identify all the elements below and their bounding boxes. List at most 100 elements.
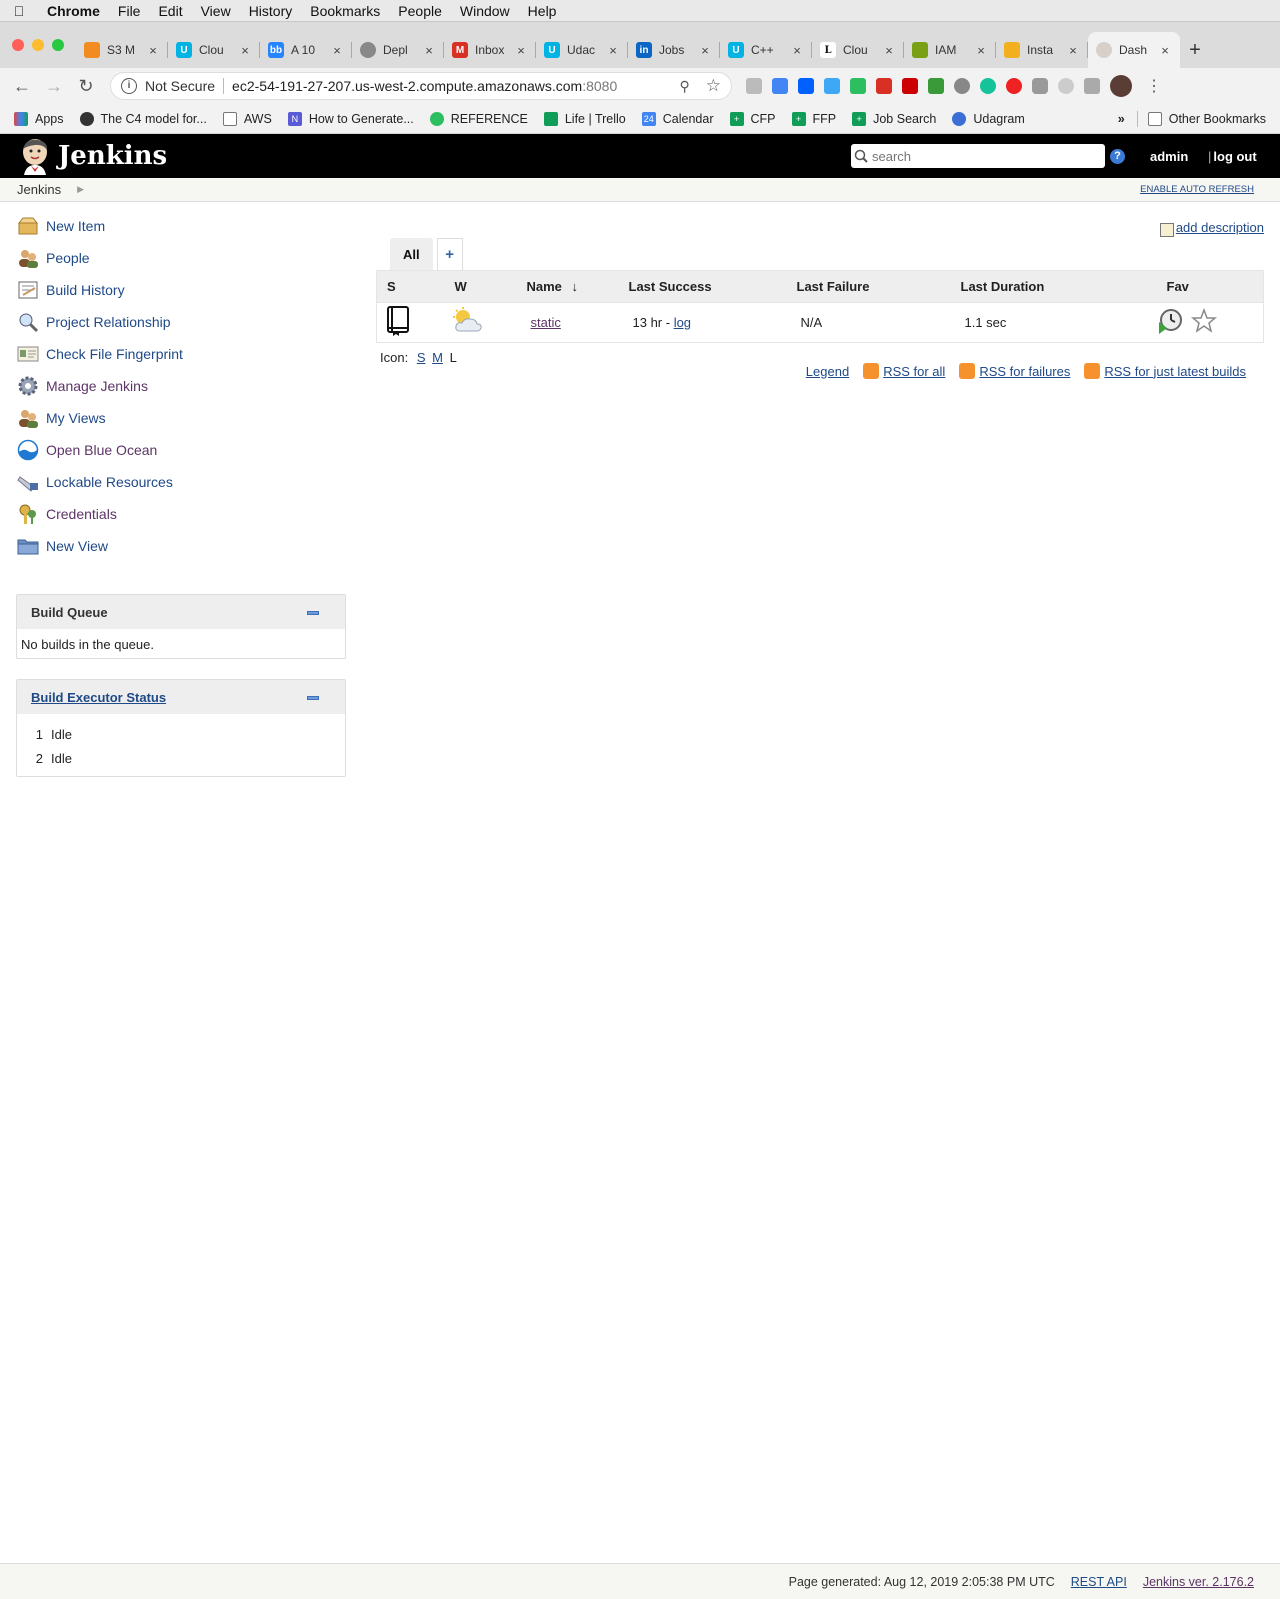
close-tab-icon[interactable]: × (974, 43, 988, 58)
grammarly-extension-icon[interactable] (980, 78, 996, 94)
bookmark-item[interactable]: N How to Generate... (287, 111, 414, 126)
collapse-icon[interactable] (307, 611, 319, 615)
address-bar[interactable]: i Not Secure ec2-54-191-27-207.us-west-2… (110, 72, 732, 100)
rss-latest-link[interactable]: RSS for just latest builds (1084, 363, 1246, 379)
menu-file[interactable]: File (109, 3, 150, 19)
evernote-extension-icon[interactable] (850, 78, 866, 94)
more-bookmarks-chevron-icon[interactable]: » (1118, 112, 1125, 126)
user-link[interactable]: admin (1150, 149, 1188, 164)
legend-link[interactable]: Legend (806, 364, 849, 379)
close-tab-icon[interactable]: × (790, 43, 804, 58)
e-extension-icon[interactable] (954, 78, 970, 94)
help-icon[interactable]: ? (1110, 149, 1125, 164)
browser-tab[interactable]: Depl × (352, 32, 444, 68)
bookmark-item[interactable]: 24 Calendar (641, 111, 714, 126)
reload-icon[interactable]: ↻ (70, 76, 102, 97)
zoom-window-button[interactable] (52, 39, 64, 51)
bookmark-item[interactable]: AWS (222, 111, 272, 126)
task-people[interactable]: People (16, 242, 346, 274)
menu-people[interactable]: People (389, 3, 451, 19)
menu-bookmarks[interactable]: Bookmarks (301, 3, 389, 19)
profile-avatar[interactable] (1110, 75, 1132, 97)
minimize-window-button[interactable] (32, 39, 44, 51)
build-log-link[interactable]: log (674, 315, 691, 330)
task-lockable-resources[interactable]: Lockable Resources (16, 466, 346, 498)
menu-edit[interactable]: Edit (149, 3, 191, 19)
task-open-blue-ocean[interactable]: Open Blue Ocean (16, 434, 346, 466)
col-last-failure[interactable]: Last Failure (796, 270, 953, 303)
close-window-button[interactable] (12, 39, 24, 51)
task-check-file-fingerprint[interactable]: Check File Fingerprint (16, 338, 346, 370)
search-input[interactable] (872, 148, 1092, 164)
back-arrow-icon[interactable]: ← (6, 76, 38, 97)
breadcrumb-arrow-icon[interactable]: ▶ (77, 184, 84, 195)
adobe-extension-icon[interactable] (1006, 78, 1022, 94)
browser-tab[interactable]: M Inbox × (444, 32, 536, 68)
rocket-extension-icon[interactable] (746, 78, 762, 94)
icon-size-s[interactable]: S (417, 350, 426, 365)
col-last-duration[interactable]: Last Duration (952, 270, 1149, 303)
bookmark-item[interactable]: REFERENCE (429, 111, 528, 126)
col-name[interactable]: Name ↓ (516, 270, 621, 303)
schedule-build-icon[interactable] (1157, 308, 1183, 334)
task-credentials[interactable]: Credentials (16, 498, 346, 530)
close-tab-icon[interactable]: × (882, 43, 896, 58)
menu-help[interactable]: Help (519, 3, 566, 19)
add-description-link[interactable]: add description (1159, 220, 1264, 237)
partly-cloudy-icon[interactable] (451, 307, 483, 335)
menu-kebab-icon[interactable]: ⋮ (1146, 76, 1162, 96)
task-my-views[interactable]: My Views (16, 402, 346, 434)
menu-chrome[interactable]: Chrome (38, 3, 109, 19)
bookmark-item[interactable]: + FFP (791, 111, 836, 126)
bookmark-item[interactable]: » Other Bookmarks (1118, 110, 1266, 127)
close-tab-icon[interactable]: × (1066, 43, 1080, 58)
col-fav[interactable]: Fav (1148, 270, 1264, 303)
rss-failures-link[interactable]: RSS for failures (959, 363, 1070, 379)
job-link-static[interactable]: static (531, 315, 561, 330)
bookmark-item[interactable]: The C4 model for... (79, 111, 207, 126)
close-tab-icon[interactable]: × (422, 43, 436, 58)
close-tab-icon[interactable]: × (1158, 43, 1172, 58)
calendar-extension-icon[interactable] (876, 78, 892, 94)
browser-tab[interactable]: U Udac × (536, 32, 628, 68)
breadcrumb-jenkins[interactable]: Jenkins (17, 182, 61, 197)
info-icon[interactable]: i (121, 78, 137, 94)
icon-size-m[interactable]: M (432, 350, 443, 365)
rest-api-link[interactable]: REST API (1071, 1575, 1127, 1589)
close-tab-icon[interactable]: × (146, 43, 160, 58)
browser-tab[interactable]: in Jobs × (628, 32, 720, 68)
cloud-extension-icon[interactable] (824, 78, 840, 94)
task-manage-jenkins[interactable]: Manage Jenkins (16, 370, 346, 402)
leaf-extension-icon[interactable] (928, 78, 944, 94)
executor-status-link[interactable]: Build Executor Status (31, 690, 166, 705)
col-last-success[interactable]: Last Success (620, 270, 797, 303)
tab-all[interactable]: All (390, 238, 433, 270)
eye-extension-icon[interactable] (1058, 78, 1074, 94)
menu-history[interactable]: History (240, 3, 302, 19)
enable-auto-refresh-link[interactable]: ENABLE AUTO REFRESH (1140, 184, 1254, 195)
menu-window[interactable]: Window (451, 3, 519, 19)
close-tab-icon[interactable]: × (330, 43, 344, 58)
search-box[interactable] (851, 144, 1105, 168)
window-extension-icon[interactable] (1084, 78, 1100, 94)
task-new-item[interactable]: New Item (16, 210, 346, 242)
bookmark-item[interactable]: Apps (14, 111, 64, 126)
browser-tab[interactable]: S3 M × (76, 32, 168, 68)
key-icon[interactable]: ⚲ (679, 78, 689, 95)
bookmark-item[interactable]: + Job Search (852, 111, 936, 126)
browser-tab-active[interactable]: Dash × (1088, 32, 1180, 68)
close-tab-icon[interactable]: × (698, 43, 712, 58)
task-build-history[interactable]: Build History (16, 274, 346, 306)
bookmark-item[interactable]: + CFP (729, 111, 776, 126)
bookmark-item[interactable]: Udagram (952, 111, 1025, 126)
browser-tab[interactable]: Insta × (996, 32, 1088, 68)
forward-arrow-icon[interactable]: → (38, 76, 70, 97)
browser-tab[interactable]: bb A 10 × (260, 32, 352, 68)
close-tab-icon[interactable]: × (238, 43, 252, 58)
bookmark-star-icon[interactable]: ☆ (706, 76, 721, 96)
ublock-extension-icon[interactable] (902, 78, 918, 94)
notebook-status-icon[interactable] (385, 305, 411, 337)
task-project-relationship[interactable]: Project Relationship (16, 306, 346, 338)
browser-tab[interactable]: U Clou × (168, 32, 260, 68)
apple-icon[interactable]:  (0, 3, 38, 19)
